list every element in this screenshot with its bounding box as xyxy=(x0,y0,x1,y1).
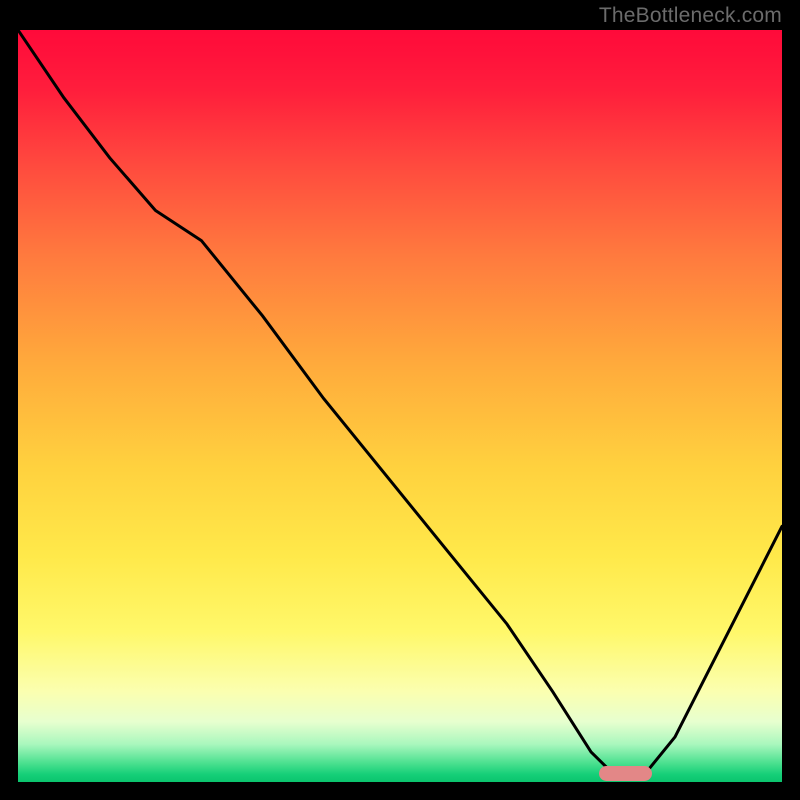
optimal-marker xyxy=(599,766,652,781)
chart-frame: TheBottleneck.com xyxy=(0,0,800,800)
curve-path xyxy=(18,30,782,775)
bottleneck-curve xyxy=(18,30,782,782)
plot-area xyxy=(18,30,782,782)
watermark-text: TheBottleneck.com xyxy=(599,4,782,28)
